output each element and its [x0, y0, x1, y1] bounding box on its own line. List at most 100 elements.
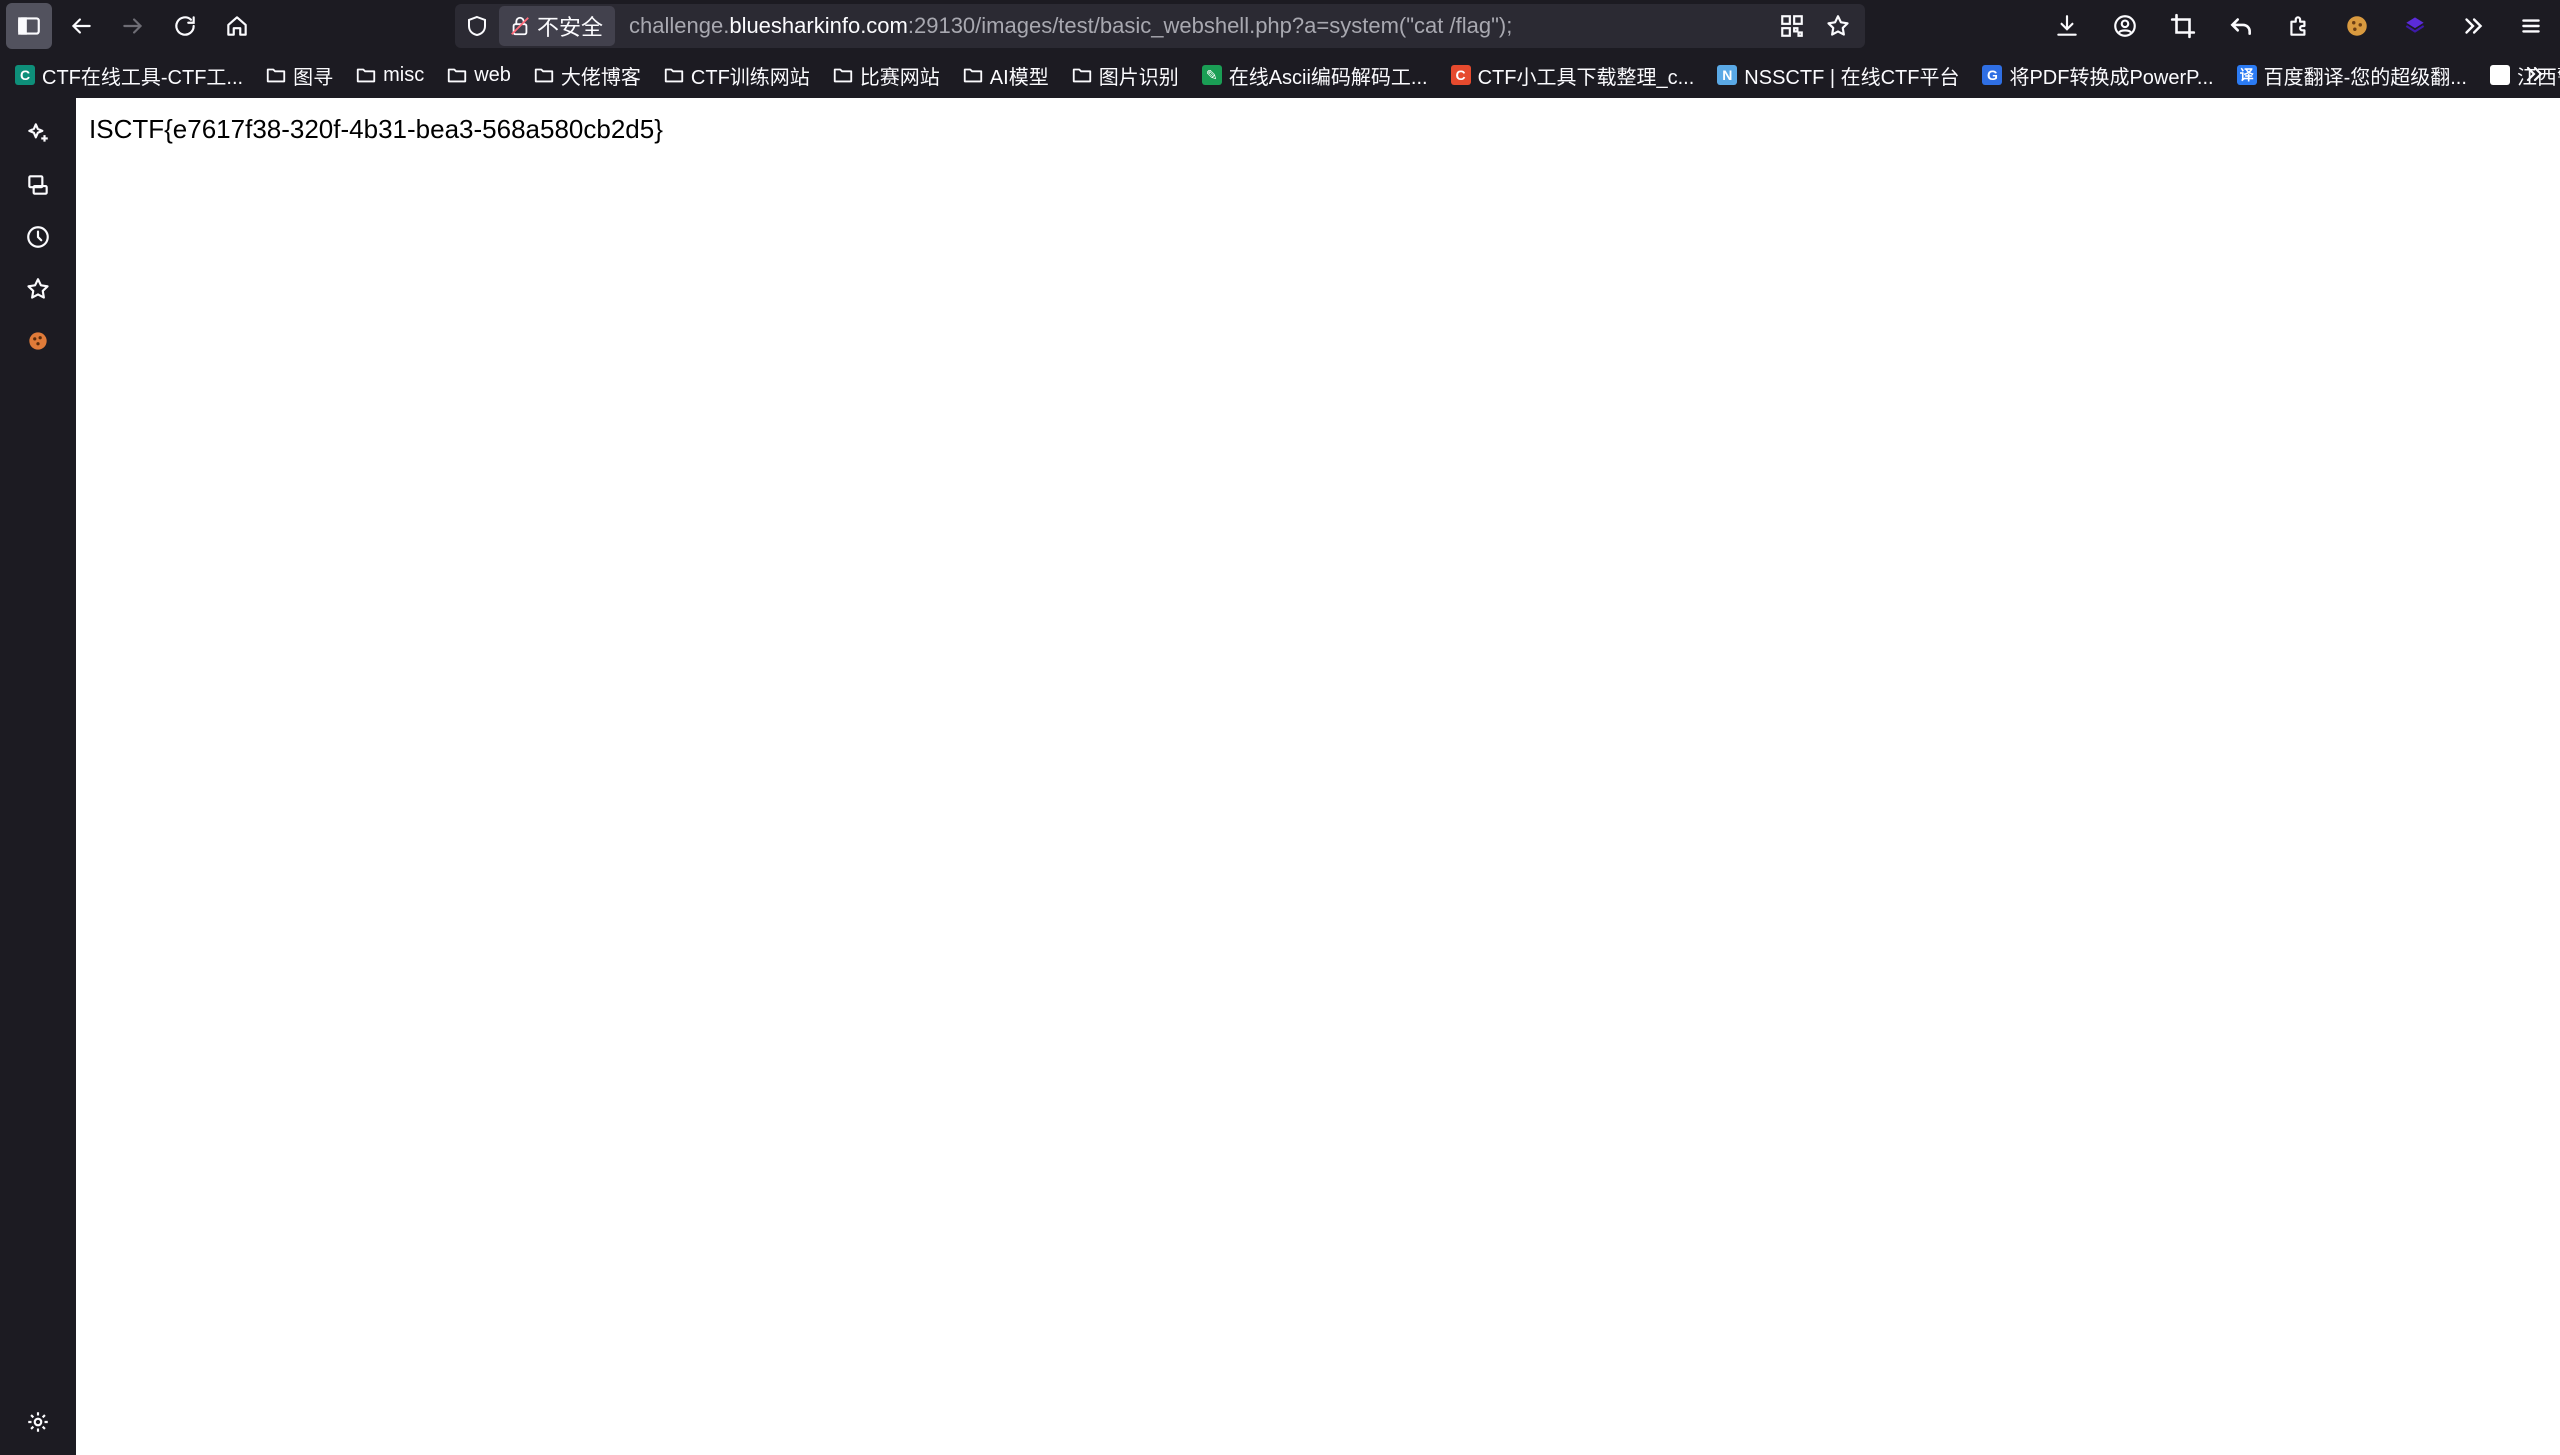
bookmark-label: CTF在线工具-CTF工... — [42, 66, 244, 89]
qr-code-button[interactable] — [1771, 5, 1813, 47]
crop-icon — [2170, 13, 2196, 39]
clock-icon — [27, 226, 49, 248]
folder-icon — [663, 64, 685, 86]
bookmark-label: 在线Ascii编码解码工... — [1228, 66, 1428, 89]
page-content: ISCTF{e7617f38-320f-4b31-bea3-568a580cb2… — [76, 98, 2560, 1455]
bookmark-item[interactable]: ✎ 在线Ascii编码解码工... — [1201, 61, 1428, 90]
cookie-icon — [2347, 16, 2367, 36]
chevrons-right-icon — [2526, 66, 2543, 82]
bookmark-label: CTF训练网站 — [690, 66, 810, 89]
star-icon — [1827, 15, 1849, 36]
bookmarks-overflow-button[interactable] — [2522, 62, 2546, 91]
hamburger-icon — [2522, 19, 2540, 33]
favicon-icon: 译 — [2236, 64, 2258, 86]
sidebar-cookie-extension-button[interactable] — [18, 321, 58, 361]
bookmark-label: NSSCTF | 在线CTF平台 — [1744, 66, 1960, 89]
app-menu-button[interactable] — [2502, 0, 2560, 52]
folder-icon — [265, 64, 287, 86]
bookmark-label: 图片识别 — [1098, 66, 1179, 89]
folder-icon — [1071, 64, 1093, 86]
synced-tabs-icon — [28, 175, 48, 195]
star-icon — [27, 278, 49, 299]
reload-button[interactable] — [159, 0, 211, 52]
favicon-icon: G — [1981, 64, 2003, 86]
bookmark-folder[interactable]: web — [446, 64, 511, 87]
folder-icon — [962, 64, 984, 86]
downloads-button[interactable] — [2038, 0, 2096, 52]
bookmark-label: 比赛网站 — [859, 66, 940, 89]
bookmark-label: misc — [383, 63, 425, 86]
arrow-left-icon — [71, 18, 91, 34]
flag-output-text: ISCTF{e7617f38-320f-4b31-bea3-568a580cb2… — [89, 114, 663, 144]
extensions-button[interactable] — [2270, 0, 2328, 52]
sidebar-icon — [18, 17, 40, 35]
url-text[interactable]: challenge.bluesharkinfo.com:29130/images… — [629, 13, 1771, 39]
cube-icon — [2405, 17, 2425, 33]
qr-code-icon — [1781, 15, 1803, 37]
home-icon — [227, 16, 247, 36]
home-button[interactable] — [211, 0, 263, 52]
bookmark-item[interactable]: C CTF小工具下载整理_c... — [1450, 61, 1695, 90]
bookmark-item[interactable]: G 将PDF转换成PowerP... — [1981, 61, 2214, 90]
overflow-menu-button[interactable] — [2444, 0, 2502, 52]
favicon-icon: C — [1450, 64, 1472, 86]
bookmark-folder[interactable]: CTF训练网站 — [663, 61, 810, 90]
bookmark-item[interactable]: 译百度翻译-您的超级翻... — [2236, 61, 2467, 90]
gear-icon — [28, 1412, 48, 1432]
url-prefix: challenge. — [629, 13, 730, 38]
forward-button[interactable] — [107, 0, 159, 52]
favicon-icon: N — [1716, 64, 1738, 86]
download-icon — [2057, 15, 2077, 36]
site-security-button[interactable]: 不安全 — [499, 6, 616, 46]
bookmark-label: 百度翻译-您的超级翻... — [2263, 66, 2467, 89]
sidebar — [0, 98, 76, 1455]
screenshot-button[interactable] — [2154, 0, 2212, 52]
sidebar-history-button[interactable] — [18, 217, 58, 257]
account-icon — [2114, 15, 2136, 37]
sidebar-toggle-button[interactable] — [6, 3, 52, 49]
undo-icon — [2230, 18, 2251, 35]
url-bar[interactable]: 不安全 challenge.bluesharkinfo.com:29130/im… — [455, 4, 1865, 48]
bookmarks-toolbar: C CTF在线工具-CTF工... 图寻 misc web 大佬博客 CTF训练网站 比赛网站… — [0, 52, 2560, 98]
favicon-icon — [2489, 64, 2511, 86]
folder-icon — [355, 64, 377, 86]
bookmark-label: CTF小工具下载整理_c... — [1477, 66, 1695, 89]
sidebar-bookmarks-button[interactable] — [18, 269, 58, 309]
bookmark-star-button[interactable] — [1817, 5, 1859, 47]
sidebar-settings-button[interactable] — [18, 1402, 58, 1442]
security-label: 不安全 — [537, 15, 604, 40]
sidebar-ai-chatbot-button[interactable] — [18, 113, 58, 153]
bookmark-item[interactable]: N NSSCTF | 在线CTF平台 — [1716, 61, 1959, 90]
bookmark-item[interactable]: C CTF在线工具-CTF工... — [14, 61, 243, 90]
insecure-lock-icon — [511, 16, 529, 36]
bookmark-folder[interactable]: misc — [355, 64, 424, 87]
favicon-icon: ✎ — [1201, 64, 1223, 86]
cookie-icon — [29, 332, 47, 350]
sidebar-synced-tabs-button[interactable] — [18, 165, 58, 205]
favicon-icon: C — [14, 64, 36, 86]
bookmark-folder[interactable]: 图片识别 — [1071, 61, 1179, 90]
bookmark-label: 将PDF转换成PowerP... — [2009, 66, 2214, 89]
reload-icon — [175, 16, 195, 36]
bookmark-label: AI模型 — [989, 66, 1049, 89]
account-button[interactable] — [2096, 0, 2154, 52]
bookmark-folder[interactable]: 大佬博客 — [533, 61, 641, 90]
tracking-protection-button[interactable] — [455, 4, 499, 48]
sparkle-icon — [28, 123, 48, 142]
folder-icon — [832, 64, 854, 86]
bookmark-label: 图寻 — [293, 66, 334, 89]
arrow-right-icon — [123, 18, 143, 34]
folder-icon — [446, 64, 468, 86]
back-button[interactable] — [55, 0, 107, 52]
url-host: bluesharkinfo.com — [729, 13, 908, 38]
purple-extension-button[interactable] — [2386, 0, 2444, 52]
undo-close-button[interactable] — [2212, 0, 2270, 52]
folder-icon — [533, 64, 555, 86]
puzzle-icon — [2290, 16, 2306, 36]
bookmark-folder[interactable]: 比赛网站 — [832, 61, 940, 90]
bookmark-folder[interactable]: AI模型 — [962, 61, 1049, 90]
url-path: :29130/images/test/basic_webshell.php?a=… — [907, 13, 1513, 38]
cookie-extension-button[interactable] — [2328, 0, 2386, 52]
shield-icon — [468, 15, 486, 37]
bookmark-folder[interactable]: 图寻 — [265, 61, 333, 90]
